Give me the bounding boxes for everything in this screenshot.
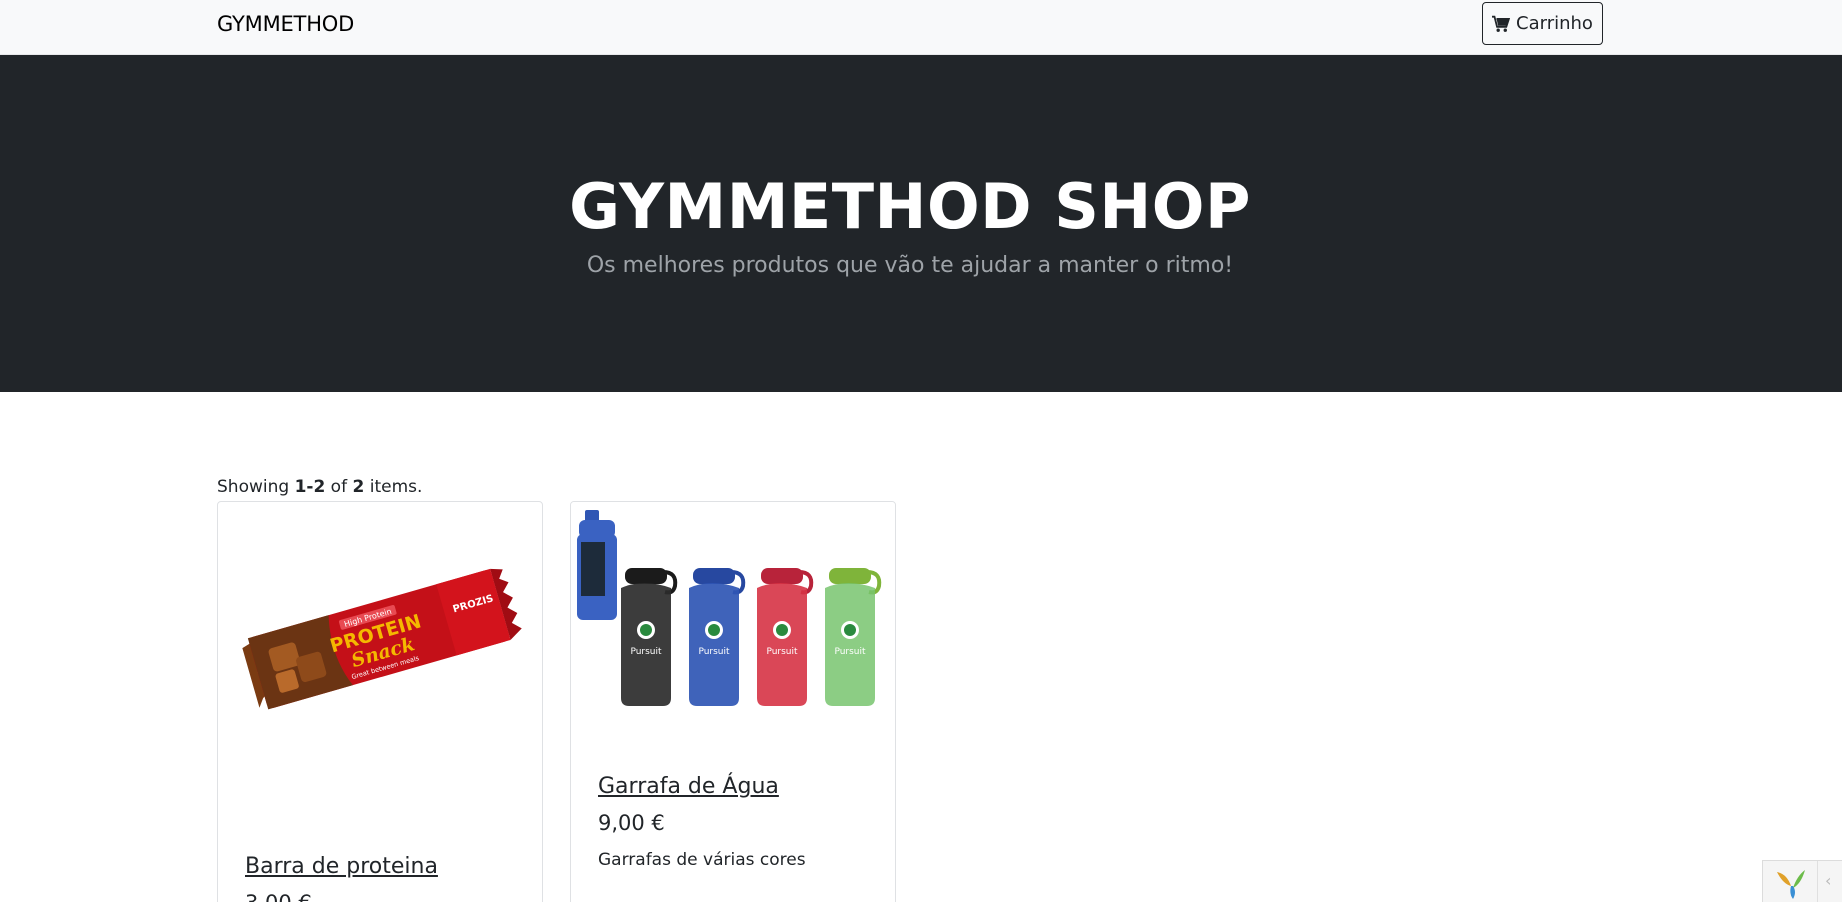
bottle-label-text: Pursuit bbox=[766, 647, 798, 657]
debug-toolbar[interactable]: ‹ bbox=[1762, 860, 1842, 902]
navbar: GYMMETHOD Carrinho bbox=[0, 0, 1842, 55]
summary-total: 2 bbox=[352, 477, 365, 497]
hero-subtitle: Os melhores produtos que vão te ajudar a… bbox=[586, 253, 1234, 278]
protein-bar-image: High Protein PROTEIN Snack Great between… bbox=[242, 568, 522, 710]
summary-middle: of bbox=[325, 477, 353, 497]
toolbar-collapse-arrow[interactable]: ‹ bbox=[1825, 871, 1831, 890]
water-bottles-image: Pursuit Pursuit Pursuit Pursuit bbox=[571, 502, 895, 742]
product-card: Pursuit Pursuit Pursuit Pursuit Garrafa … bbox=[570, 501, 896, 902]
cart-button-label: Carrinho bbox=[1516, 13, 1593, 34]
yii-logo-icon[interactable] bbox=[1773, 868, 1809, 900]
cart-button[interactable]: Carrinho bbox=[1482, 2, 1603, 45]
bottle-label-text: Pursuit bbox=[834, 647, 866, 657]
bottle-black: Pursuit bbox=[621, 568, 678, 706]
summary-prefix: Showing bbox=[217, 477, 295, 497]
hero-banner: GYMMETHOD SHOP Os melhores produtos que … bbox=[0, 55, 1842, 392]
product-title-link[interactable]: Garrafa de Água bbox=[598, 774, 779, 799]
hero-title: GYMMETHOD SHOP bbox=[569, 170, 1251, 243]
toolbar-separator bbox=[1817, 861, 1818, 902]
bottle-label-text: Pursuit bbox=[698, 647, 730, 657]
bottle-red: Pursuit bbox=[757, 568, 814, 706]
summary-range: 1-2 bbox=[294, 477, 326, 497]
product-title-link[interactable]: Barra de proteina bbox=[245, 854, 438, 879]
cart-icon bbox=[1492, 15, 1511, 32]
bottle-label-text: Pursuit bbox=[630, 647, 662, 657]
product-description: Garrafas de várias cores bbox=[598, 850, 806, 870]
summary-suffix: items. bbox=[364, 477, 423, 497]
bottle-blue: Pursuit bbox=[689, 568, 746, 706]
product-price: 3,00 € bbox=[245, 891, 312, 902]
brand-link[interactable]: GYMMETHOD bbox=[217, 12, 354, 36]
product-card: High Protein PROTEIN Snack Great between… bbox=[217, 501, 543, 902]
product-price: 9,00 € bbox=[598, 811, 665, 835]
bottle-green: Pursuit bbox=[825, 568, 882, 706]
results-summary: Showing 1-2 of 2 items. bbox=[217, 477, 422, 497]
